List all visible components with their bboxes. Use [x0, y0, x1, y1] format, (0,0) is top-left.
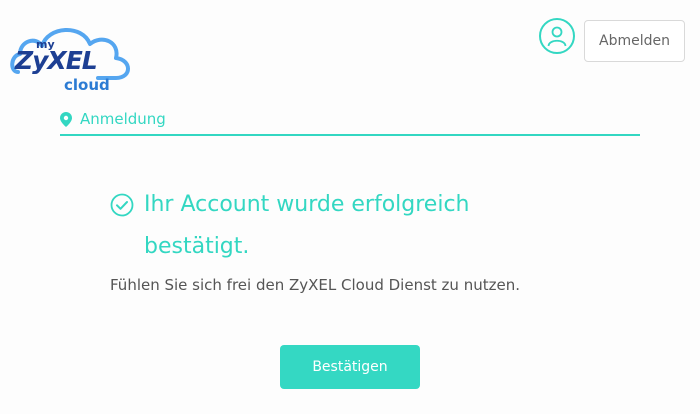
- check-circle-icon: [110, 193, 134, 217]
- success-title-line-2: bestätigt.: [144, 234, 250, 259]
- confirm-button[interactable]: Bestätigen: [280, 345, 420, 389]
- map-pin-icon: [60, 111, 72, 127]
- profile-button[interactable]: [539, 18, 575, 54]
- tab-label: Anmeldung: [80, 110, 166, 128]
- success-title-line-1: Ihr Account wurde erfolgreich: [144, 192, 470, 217]
- success-title: Ihr Account wurde erfolgreich bestätigt.: [110, 184, 530, 268]
- logo-brand-text: ZyXEL: [15, 46, 98, 75]
- logout-button[interactable]: Abmelden: [584, 20, 685, 62]
- logo-cloud-text: cloud: [64, 76, 110, 94]
- user-icon: [547, 26, 567, 47]
- tab-anmeldung[interactable]: Anmeldung: [60, 104, 640, 136]
- zyxel-cloud-logo: my ZyXEL cloud: [10, 16, 136, 94]
- success-message: Fühlen Sie sich frei den ZyXEL Cloud Die…: [110, 276, 520, 294]
